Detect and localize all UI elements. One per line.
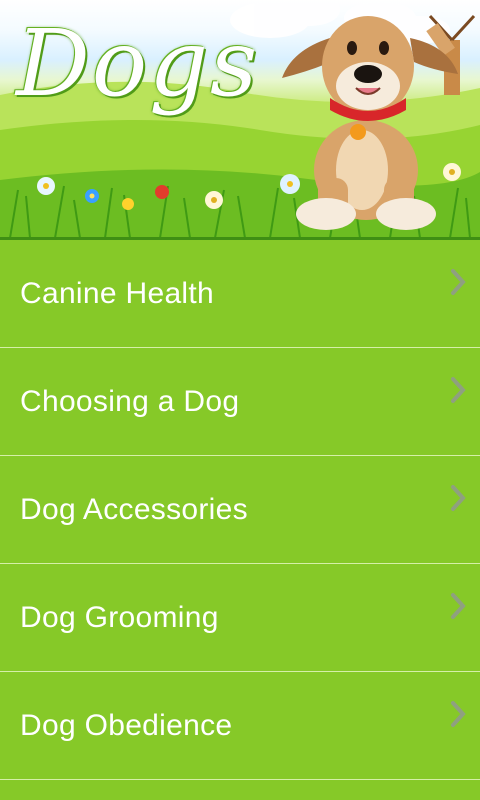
menu-item-dog-obedience[interactable]: Dog Obedience — [0, 672, 480, 780]
menu-item-label: Dog Obedience — [20, 708, 233, 742]
chevron-right-icon — [451, 484, 466, 511]
menu-item-label: Dog Grooming — [20, 600, 219, 634]
chevron-right-icon — [451, 376, 466, 403]
menu-item-label: Choosing a Dog — [20, 384, 240, 418]
header-banner: Dogs — [0, 0, 480, 240]
chevron-right-icon — [451, 592, 466, 619]
chevron-right-icon — [451, 700, 466, 727]
category-menu: Canine Health Choosing a Dog Dog Accesso… — [0, 240, 480, 780]
chevron-right-icon — [451, 268, 466, 295]
menu-item-label: Dog Accessories — [20, 492, 248, 526]
menu-item-dog-accessories[interactable]: Dog Accessories — [0, 456, 480, 564]
menu-item-canine-health[interactable]: Canine Health — [0, 240, 480, 348]
app-title: Dogs — [16, 10, 260, 117]
menu-item-label: Canine Health — [20, 276, 215, 310]
menu-item-choosing-a-dog[interactable]: Choosing a Dog — [0, 348, 480, 456]
menu-item-dog-grooming[interactable]: Dog Grooming — [0, 564, 480, 672]
